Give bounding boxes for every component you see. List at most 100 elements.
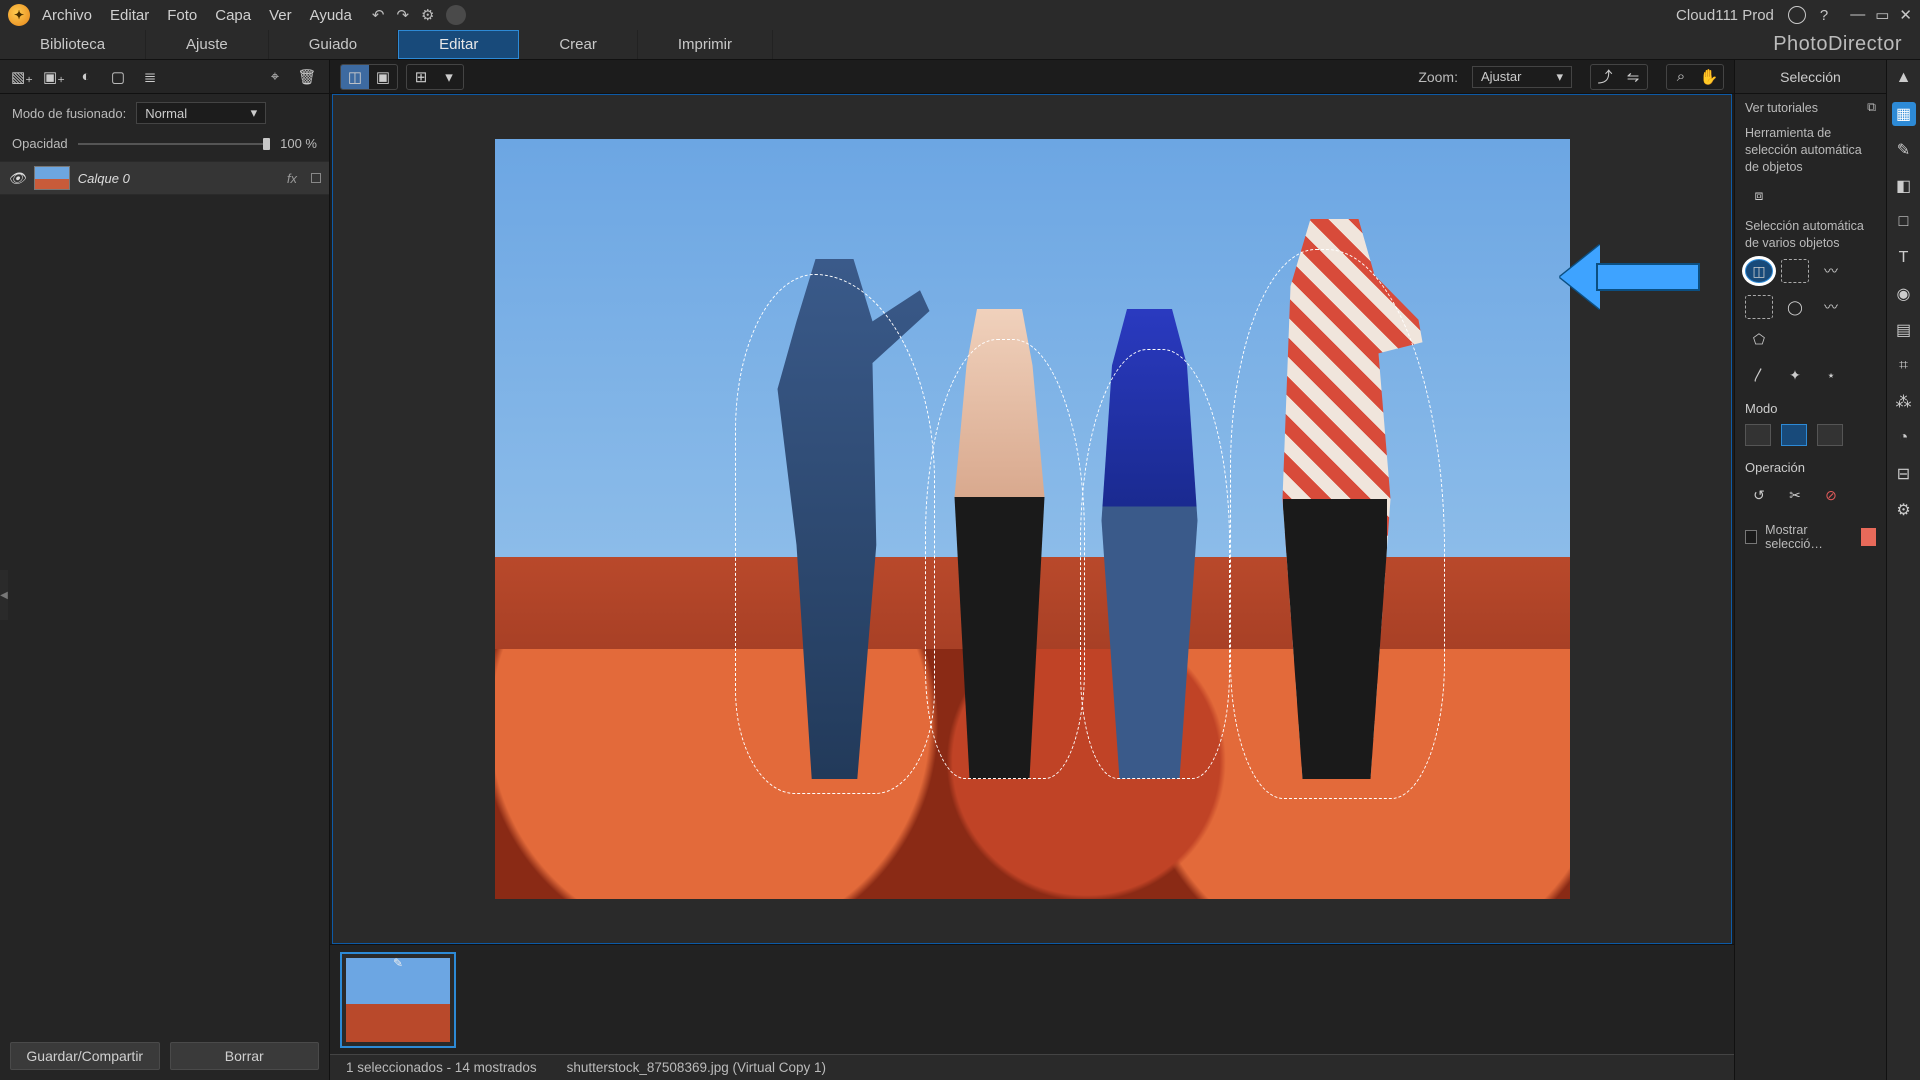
ellipse-select-icon[interactable]: ◯ — [1781, 295, 1809, 319]
title-bar: ✦ Archivo Editar Foto Capa Ver Ayuda ↶ ↷… — [0, 0, 1920, 30]
brush-select-icon[interactable]: 〳 — [1745, 363, 1773, 387]
fill-tool-icon[interactable]: ◉ — [1892, 282, 1916, 306]
effects-tool-icon[interactable]: ⁂ — [1892, 390, 1916, 414]
smart-brush-icon[interactable]: ✦ — [1781, 363, 1809, 387]
cut-selection-icon[interactable]: ✂ — [1781, 483, 1809, 507]
selection-tool-icon[interactable]: ▦ — [1892, 102, 1916, 126]
magic-wand-icon[interactable]: ⋆ — [1817, 363, 1845, 387]
window-close-icon[interactable]: ✕ — [1899, 6, 1912, 24]
status-filename: shutterstock_87508369.jpg (Virtual Copy … — [567, 1060, 826, 1075]
lasso-select-icon[interactable]: 〰 — [1817, 295, 1845, 319]
show-selection-checkbox[interactable] — [1745, 530, 1757, 544]
add-image-layer-icon[interactable]: ▣₊ — [40, 65, 68, 89]
window-minimize-icon[interactable]: — — [1850, 6, 1865, 24]
mode-tab-biblioteca[interactable]: Biblioteca — [0, 30, 146, 59]
canvas-image — [495, 139, 1570, 899]
popout-icon[interactable]: ⧉ — [1867, 100, 1876, 115]
layer-row[interactable]: 👁 Calque 0 fx — [0, 161, 329, 195]
polygon-select-icon[interactable]: ⬠ — [1745, 327, 1773, 351]
chevron-down-icon: ▾ — [1556, 69, 1563, 85]
grid-toggle-icon[interactable]: ⊞ — [407, 65, 435, 89]
adjustment-layer-icon[interactable]: ◐ — [72, 65, 100, 89]
hand-tool-icon[interactable]: ✋ — [1695, 65, 1723, 89]
layer-thumbnail — [34, 166, 70, 190]
menu-foto[interactable]: Foto — [167, 7, 197, 24]
mode-subtract-icon[interactable] — [1817, 424, 1843, 446]
add-layer-icon[interactable]: ▧₊ — [8, 65, 36, 89]
mode-tab-imprimir[interactable]: Imprimir — [638, 30, 773, 59]
blend-mode-select[interactable]: Normal ▾ — [136, 102, 266, 124]
clear-selection-icon[interactable]: ⊘ — [1817, 483, 1845, 507]
pointer-tool-icon[interactable]: ▲ — [1892, 66, 1916, 90]
grid-options-icon[interactable]: ▾ — [435, 65, 463, 89]
shape-tool-icon[interactable]: □ — [1892, 210, 1916, 234]
menu-ver[interactable]: Ver — [269, 7, 292, 24]
menu-capa[interactable]: Capa — [215, 7, 251, 24]
export-view-icon[interactable]: ⤴ — [1591, 65, 1619, 89]
marquee-add-icon[interactable] — [1781, 259, 1809, 283]
zoom-select[interactable]: Ajustar ▾ — [1472, 66, 1572, 88]
undo-icon[interactable]: ↶ — [372, 6, 385, 24]
account-name[interactable]: Cloud111 Prod — [1676, 7, 1774, 24]
mode-new-icon[interactable] — [1745, 424, 1771, 446]
mode-tab-ajuste[interactable]: Ajuste — [146, 30, 269, 59]
window-maximize-icon[interactable]: ▭ — [1875, 6, 1889, 24]
eraser-tool-icon[interactable]: ◧ — [1892, 174, 1916, 198]
visibility-toggle-icon[interactable]: 👁 — [8, 170, 26, 187]
layer-fx-label[interactable]: fx — [287, 171, 297, 186]
layers-panel: ▧₊ ▣₊ ◐ ▢ ≣ ⌖ 🗑 Modo de fusionado: Norma… — [0, 60, 330, 1080]
text-tool-icon[interactable]: T — [1892, 246, 1916, 270]
mode-tab-crear[interactable]: Crear — [519, 30, 638, 59]
save-share-button[interactable]: Guardar/Compartir — [10, 1042, 160, 1070]
panel-collapse-grip[interactable]: ◀ — [0, 570, 8, 620]
filmstrip-thumbnail[interactable]: ✎ — [340, 952, 456, 1048]
filter-layers-icon[interactable]: ⌖ — [261, 65, 289, 89]
menu-editar[interactable]: Editar — [110, 7, 149, 24]
help-icon[interactable]: ? — [1820, 7, 1828, 24]
mode-bar: Biblioteca Ajuste Guiado Editar Crear Im… — [0, 30, 1920, 60]
flip-view-icon[interactable]: ⇋ — [1619, 65, 1647, 89]
mode-add-icon[interactable] — [1781, 424, 1807, 446]
delete-button[interactable]: Borrar — [170, 1042, 320, 1070]
opacity-label: Opacidad — [12, 136, 68, 151]
redo-icon[interactable]: ↷ — [396, 6, 409, 24]
view-compare-icon[interactable]: ▣ — [369, 65, 397, 89]
selection-panel-title: Selección — [1735, 60, 1886, 94]
zoom-value: Ajustar — [1481, 69, 1521, 84]
lasso-free-icon[interactable]: 〰 — [1817, 259, 1845, 283]
zoom-tool-icon[interactable]: ⌕ — [1667, 65, 1695, 89]
rect-select-icon[interactable] — [1745, 295, 1773, 319]
view-single-icon[interactable]: ◫ — [341, 65, 369, 89]
crop-tool-icon[interactable]: ⌗ — [1892, 354, 1916, 378]
invert-selection-icon[interactable]: ↺ — [1745, 483, 1773, 507]
blend-mode-label: Modo de fusionado: — [12, 106, 126, 121]
selection-color-swatch[interactable] — [1861, 528, 1876, 546]
auto-object-tool-icon[interactable]: ⧈ — [1745, 184, 1773, 208]
brand-label: PhotoDirector — [1773, 30, 1920, 59]
auto-multi-select-icon[interactable]: ◫ — [1745, 259, 1773, 283]
opacity-slider[interactable] — [78, 143, 270, 145]
pen-tool-icon[interactable]: ✎ — [1892, 138, 1916, 162]
layer-name: Calque 0 — [78, 171, 130, 186]
mask-icon[interactable]: ▢ — [104, 65, 132, 89]
ruler-tool-icon[interactable]: ⊟ — [1892, 462, 1916, 486]
gradient-tool-icon[interactable]: ▤ — [1892, 318, 1916, 342]
avatar-icon[interactable] — [1788, 6, 1806, 24]
menu-archivo[interactable]: Archivo — [42, 7, 92, 24]
layer-menu-icon[interactable]: ≣ — [136, 65, 164, 89]
tool-rail: ▲ ▦ ✎ ◧ □ T ◉ ▤ ⌗ ⁂ ◔ ⊟ ⚙ — [1886, 60, 1920, 1080]
canvas-viewport[interactable] — [332, 94, 1732, 944]
layer-lock-icon[interactable] — [311, 173, 321, 183]
notification-icon[interactable] — [446, 5, 466, 25]
delete-layer-icon[interactable]: 🗑 — [293, 65, 321, 89]
canvas-area: ◫ ▣ ⊞ ▾ Zoom: Ajustar ▾ ⤴ ⇋ ⌕ ✋ — [330, 60, 1734, 1080]
menu-ayuda[interactable]: Ayuda — [310, 7, 352, 24]
settings-tool-icon[interactable]: ⚙ — [1892, 498, 1916, 522]
mode-section-label: Modo — [1735, 393, 1886, 418]
mode-tab-editar[interactable]: Editar — [398, 30, 519, 59]
operation-section-label: Operación — [1735, 452, 1886, 477]
history-tool-icon[interactable]: ◔ — [1892, 426, 1916, 450]
gear-icon[interactable]: ⚙ — [421, 6, 434, 24]
mode-tab-guiado[interactable]: Guiado — [269, 30, 398, 59]
tutorials-link[interactable]: Ver tutoriales — [1745, 101, 1818, 115]
